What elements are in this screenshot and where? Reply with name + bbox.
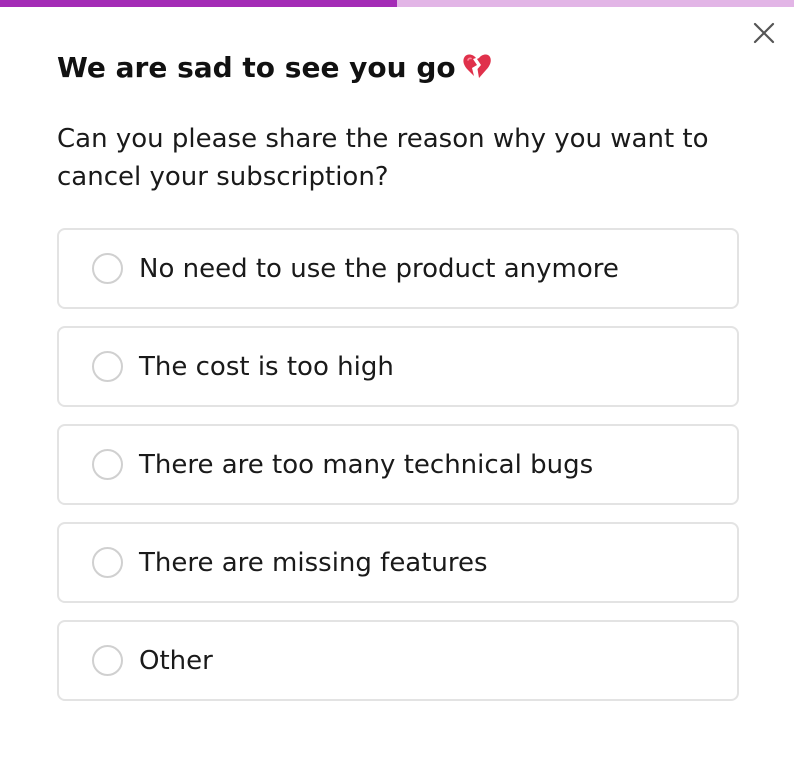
reason-option-label: There are too many technical bugs [139, 449, 594, 480]
radio-button[interactable] [92, 351, 123, 382]
reason-option-label: No need to use the product anymore [139, 253, 619, 284]
close-icon [753, 22, 775, 44]
reason-option[interactable]: The cost is too high [57, 326, 739, 407]
broken-heart-icon [462, 53, 492, 90]
close-button[interactable] [748, 17, 780, 49]
progress-bar [0, 0, 794, 7]
radio-button[interactable] [92, 253, 123, 284]
progress-bar-fill [0, 0, 397, 7]
radio-button[interactable] [92, 645, 123, 676]
reason-option[interactable]: No need to use the product anymore [57, 228, 739, 309]
dialog-question: Can you please share the reason why you … [57, 124, 709, 192]
reason-option-label: Other [139, 645, 213, 676]
reason-option[interactable]: There are too many technical bugs [57, 424, 739, 505]
radio-button[interactable] [92, 449, 123, 480]
dialog-title-text: We are sad to see you go [57, 51, 456, 84]
reason-options: No need to use the product anymore The c… [57, 228, 739, 718]
radio-button[interactable] [92, 547, 123, 578]
reason-option-label: There are missing features [139, 547, 488, 578]
dialog-title: We are sad to see you go [57, 50, 492, 90]
reason-option[interactable]: There are missing features [57, 522, 739, 603]
reason-option-label: The cost is too high [139, 351, 394, 382]
reason-option[interactable]: Other [57, 620, 739, 701]
